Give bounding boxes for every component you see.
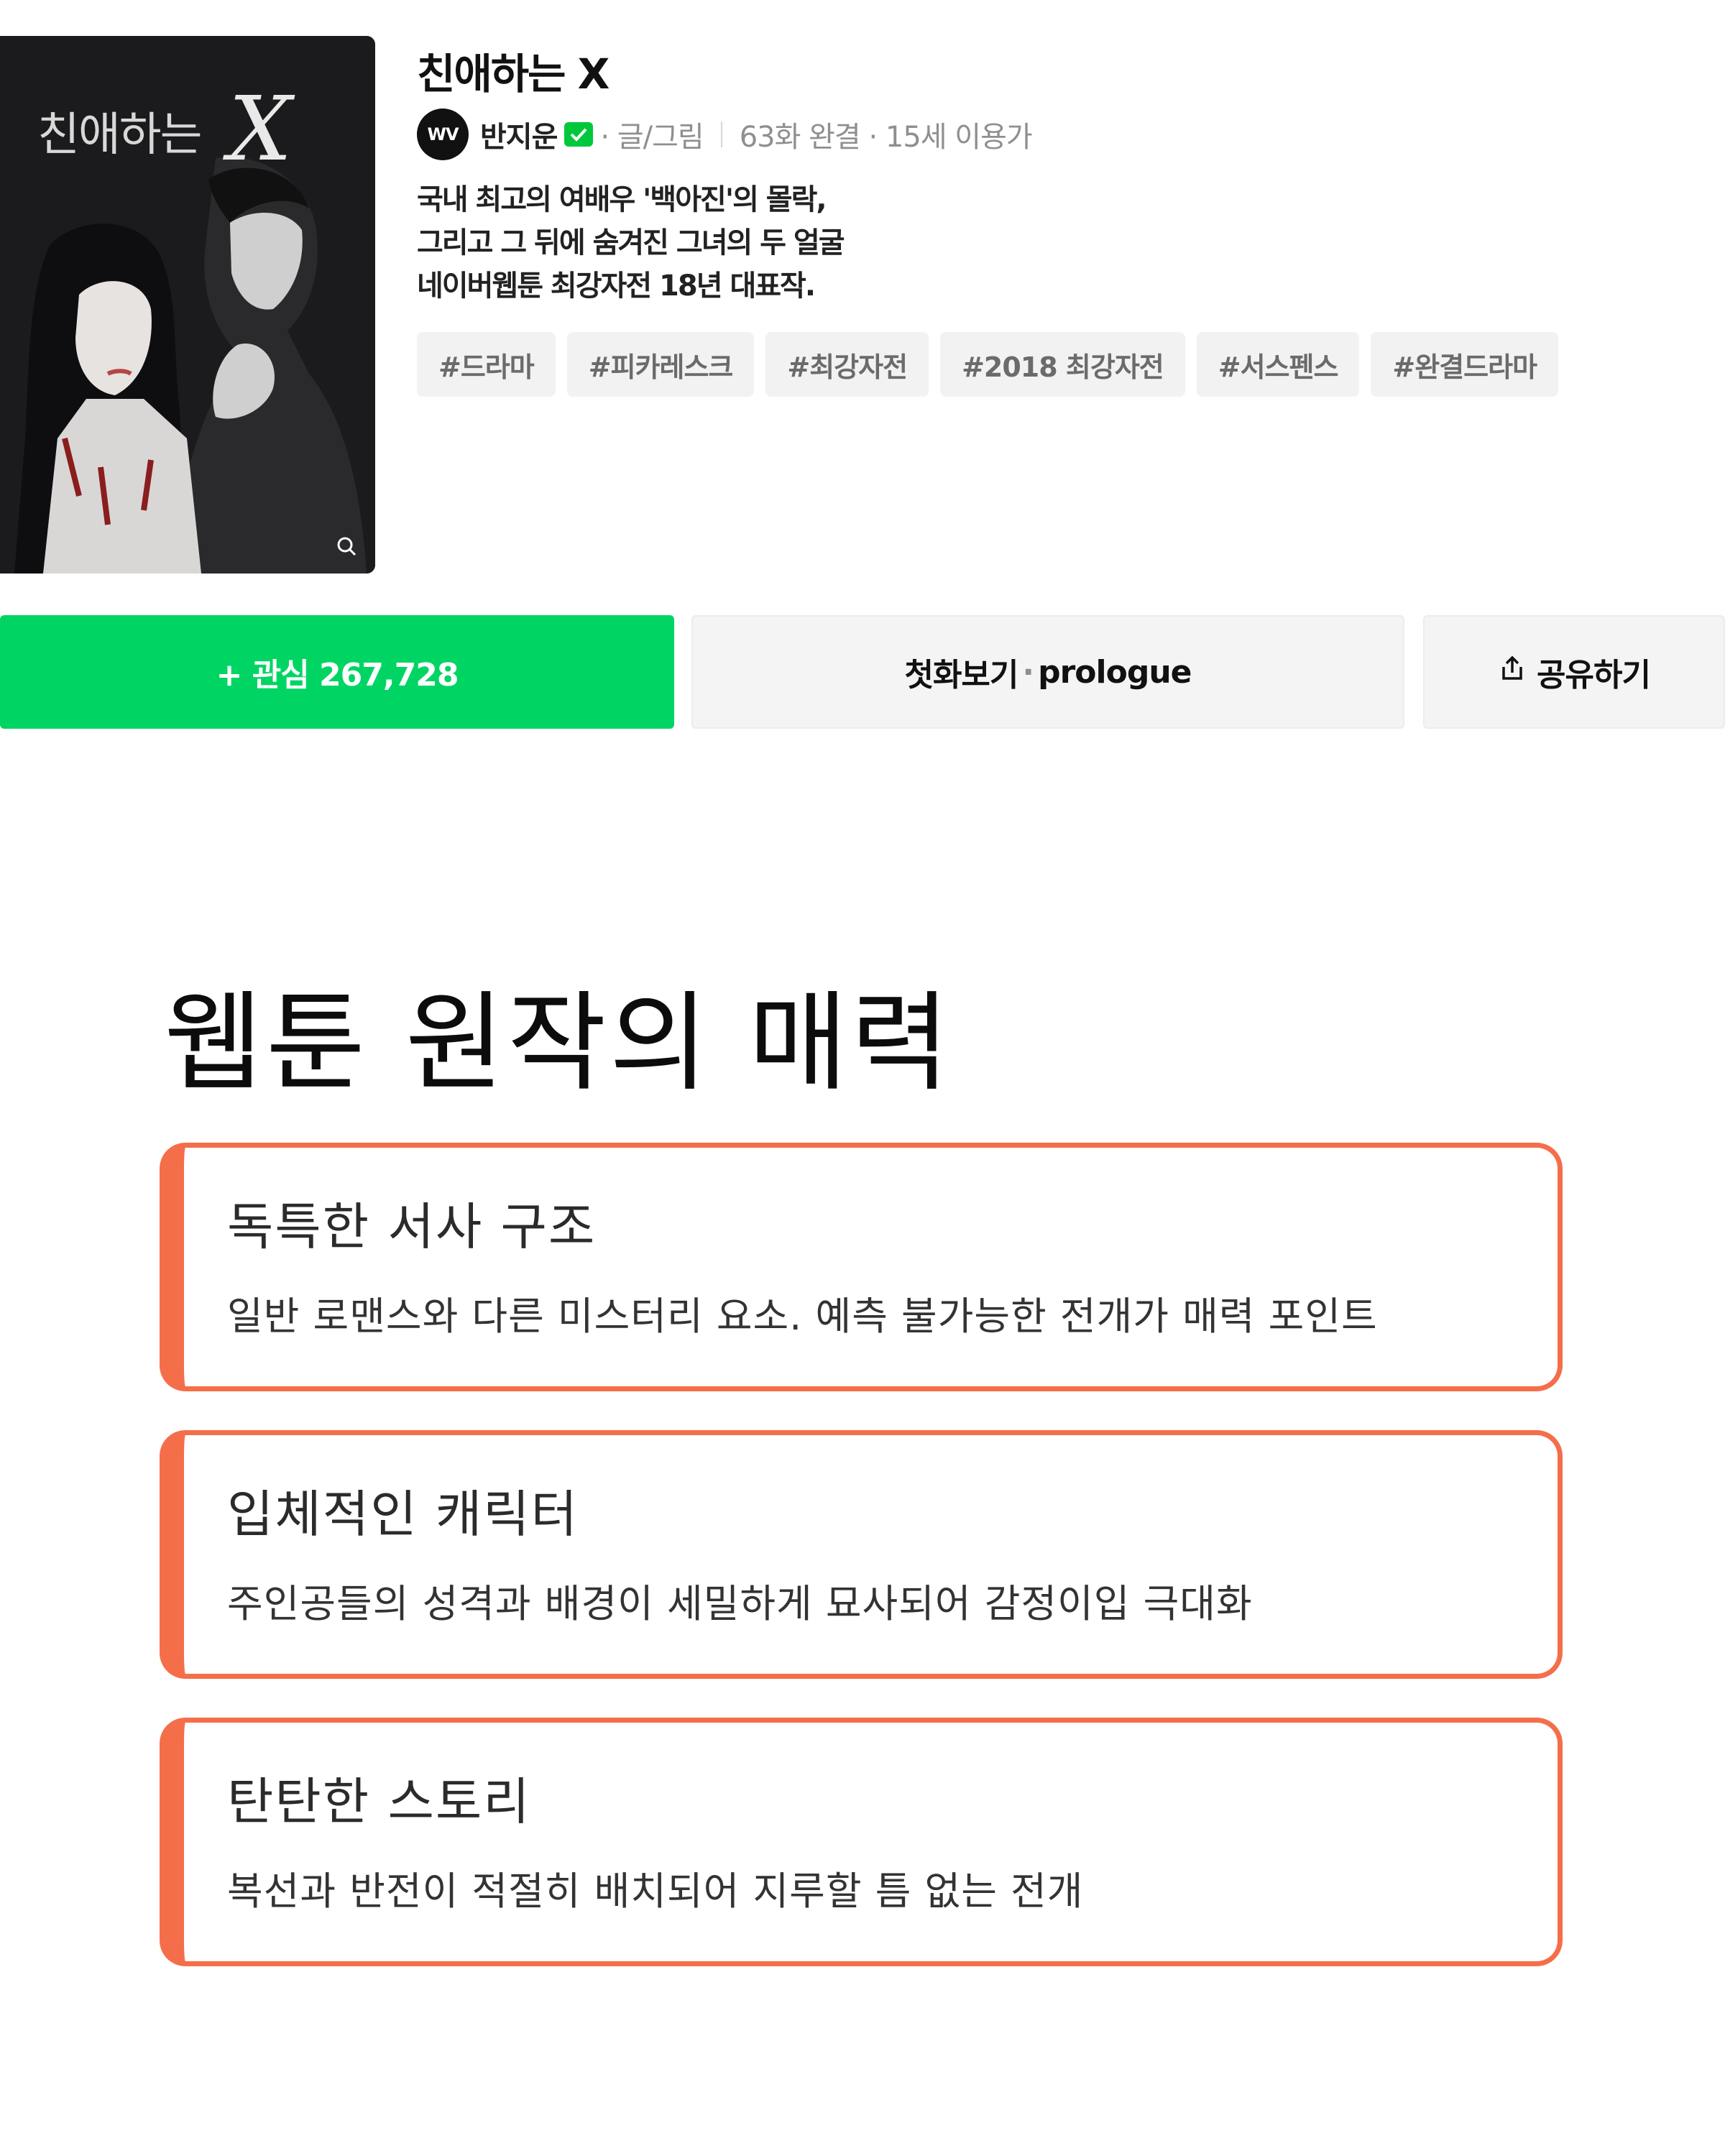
zoom-icon[interactable] [331, 530, 362, 562]
section-title: 웹툰 원작의 매력 [164, 981, 953, 1106]
feature-card: 입체적인 캐릭터 주인공들의 성격과 배경이 세밀하게 묘사되어 감정이입 극대… [160, 1430, 1563, 1679]
description-line: 국내 최고의 여배우 '백아진'의 몰락, [417, 183, 827, 216]
verified-icon [564, 122, 594, 147]
feature-card-title: 독특한 서사 구조 [227, 1197, 597, 1256]
feature-card-text: 일반 로맨스와 다른 미스터리 요소. 예측 불가능한 전개가 매력 포인트 [227, 1294, 1378, 1339]
feature-card: 탄탄한 스토리 복선과 반전이 적절히 배치되어 지루할 틈 없는 전개 [160, 1718, 1563, 1966]
share-icon [1498, 654, 1527, 691]
tag-list: #드라마 #피카레스크 #최강자전 #2018 최강자전 #서스펜스 #완결드라… [417, 332, 1559, 397]
tag-chip[interactable]: #피카레스크 [566, 332, 755, 397]
webtoon-description: 국내 최고의 여배우 '백아진'의 몰락, 그리고 그 뒤에 숨겨진 그녀의 두… [417, 178, 845, 308]
author-role: · 글/그림 [600, 121, 704, 154]
feature-card-text: 복선과 반전이 적절히 배치되어 지루할 틈 없는 전개 [227, 1869, 1084, 1914]
feature-card-text: 주인공들의 성격과 배경이 세밀하게 묘사되어 감정이입 극대화 [227, 1581, 1253, 1626]
tag-chip[interactable]: #완결드라마 [1371, 332, 1559, 397]
tag-chip[interactable]: #2018 최강자전 [940, 332, 1185, 397]
follow-label: + 관심 267,728 [216, 657, 459, 694]
feature-card: 독특한 서사 구조 일반 로맨스와 다른 미스터리 요소. 예측 불가능한 전개… [160, 1143, 1563, 1391]
webtoon-cover-image[interactable]: 친애하는 X [0, 36, 375, 573]
first-episode-sub: prologue [1038, 653, 1192, 691]
feature-card-title: 입체적인 캐릭터 [227, 1485, 579, 1544]
first-episode-button[interactable]: 첫화보기 · prologue [691, 615, 1404, 729]
author-avatar[interactable]: WV [417, 109, 469, 160]
author-name[interactable]: 반지운 [480, 114, 558, 155]
follow-button[interactable]: + 관심 267,728 [0, 615, 674, 729]
cover-title-text: 친애하는 [37, 109, 203, 162]
webtoon-title: 친애하는 X [417, 50, 610, 98]
cover-title-x: X [229, 78, 293, 181]
webtoon-meta: WV 반지운 · 글/그림 63화 완결 · 15세 이용가 [417, 108, 1033, 161]
description-line: 네이버웹툰 최강자전 18년 대표작. [417, 270, 816, 303]
episode-status: 63화 완결 · 15세 이용가 [739, 121, 1033, 154]
share-label: 공유하기 [1537, 657, 1651, 694]
label-separator: · [1022, 653, 1034, 691]
share-button[interactable]: 공유하기 [1423, 615, 1725, 729]
first-episode-label: 첫화보기 [904, 657, 1018, 694]
description-line: 그리고 그 뒤에 숨겨진 그녀의 두 얼굴 [417, 226, 845, 259]
tag-chip[interactable]: #최강자전 [765, 332, 929, 397]
tag-chip[interactable]: #드라마 [417, 332, 556, 397]
meta-divider [720, 121, 722, 147]
tag-chip[interactable]: #서스펜스 [1196, 332, 1360, 397]
feature-card-title: 탄탄한 스토리 [227, 1772, 531, 1831]
